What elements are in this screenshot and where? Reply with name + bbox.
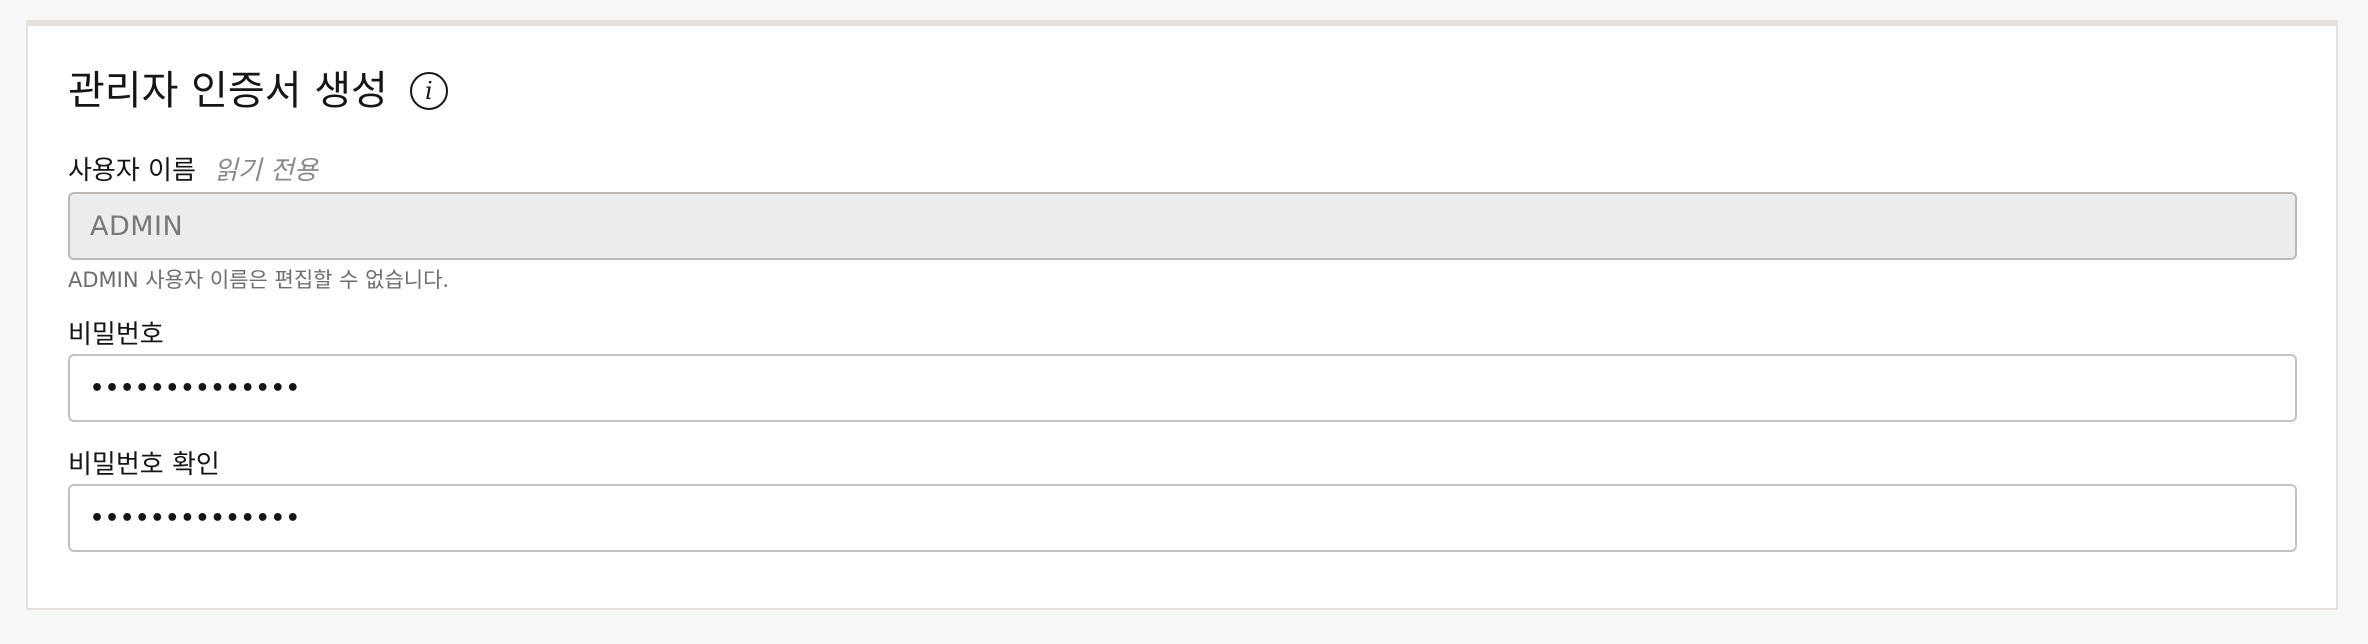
readonly-hint: 읽기 전용 bbox=[213, 156, 318, 186]
username-label-row: 사용자 이름 읽기 전용 bbox=[68, 154, 2297, 188]
username-label: 사용자 이름 bbox=[68, 156, 196, 186]
page-title: 관리자 인증서 생성 bbox=[68, 68, 388, 114]
confirm-password-label-row: 비밀번호 확인 bbox=[68, 448, 2297, 482]
password-input[interactable]: •••••••••••••• bbox=[68, 354, 2297, 422]
confirm-password-masked-value: •••••••••••••• bbox=[90, 505, 301, 531]
password-masked-value: •••••••••••••• bbox=[90, 375, 301, 401]
password-label-row: 비밀번호 bbox=[68, 318, 2297, 352]
confirm-password-label: 비밀번호 확인 bbox=[68, 450, 220, 480]
create-admin-credentials-panel: 관리자 인증서 생성 i 사용자 이름 읽기 전용 ADMIN ADMIN 사용… bbox=[26, 20, 2338, 610]
info-icon[interactable]: i bbox=[409, 72, 448, 110]
password-field: 비밀번호 •••••••••••••• bbox=[68, 318, 2297, 428]
username-value: ADMIN bbox=[90, 210, 184, 242]
password-label: 비밀번호 bbox=[68, 320, 164, 350]
username-helper-text: ADMIN 사용자 이름은 편집할 수 없습니다. bbox=[68, 268, 450, 292]
confirm-password-field: 비밀번호 확인 •••••••••••••• bbox=[68, 448, 2297, 558]
confirm-password-input[interactable]: •••••••••••••• bbox=[68, 484, 2297, 552]
username-input: ADMIN bbox=[68, 192, 2297, 260]
title-row: 관리자 인증서 생성 i bbox=[68, 64, 448, 118]
username-field: 사용자 이름 읽기 전용 ADMIN ADMIN 사용자 이름은 편집할 수 없… bbox=[68, 154, 2297, 294]
